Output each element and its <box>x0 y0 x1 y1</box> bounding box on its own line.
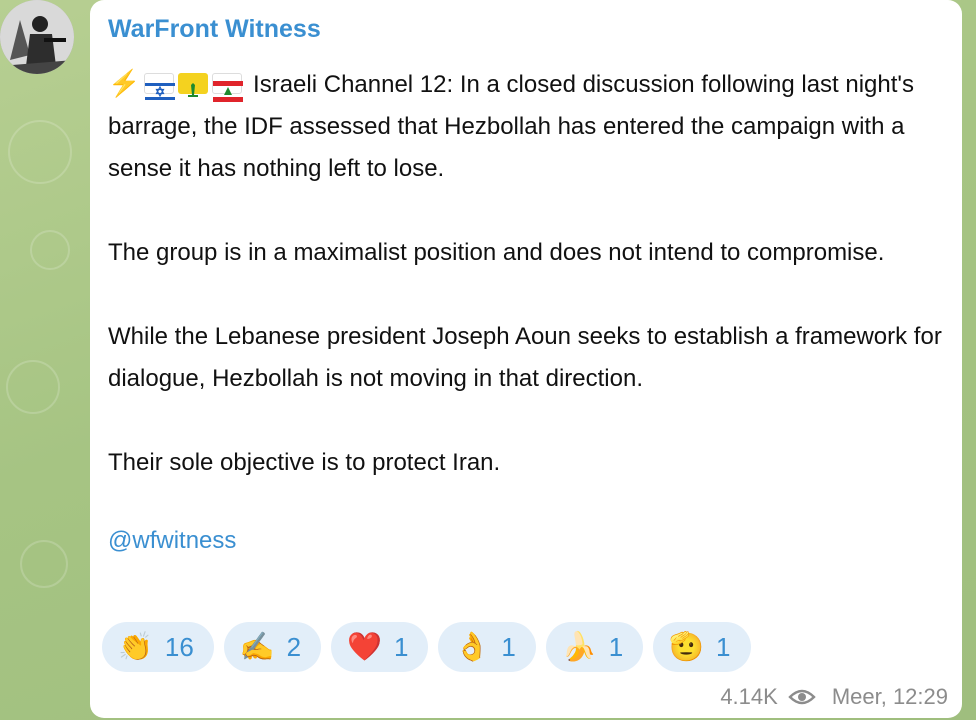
reaction-count: 1 <box>501 631 516 662</box>
lightning-icon: ⚡ <box>108 68 141 98</box>
reaction-clapping-hands[interactable]: 👏 16 <box>102 622 214 672</box>
heart-icon: ❤️ <box>347 631 383 662</box>
background-doodle <box>20 540 68 588</box>
background-doodle <box>6 360 60 414</box>
lebanon-flag-icon <box>212 73 244 103</box>
post-paragraph-2: The group is in a maximalist position an… <box>108 239 885 266</box>
israel-flag-icon <box>144 73 176 101</box>
eye-icon <box>788 687 816 707</box>
writing-hand-icon: ✍️ <box>239 631 275 662</box>
reaction-count: 16 <box>164 631 194 662</box>
message-text: ⚡ Israeli Channel 12: In a closed discus… <box>108 62 944 514</box>
reaction-red-heart[interactable]: ❤️ 1 <box>331 622 429 672</box>
clapping-hands-icon: 👏 <box>118 631 153 662</box>
banana-icon: 🍌 <box>561 631 597 662</box>
saluting-face-icon: 🫡 <box>669 631 705 662</box>
reaction-writing-hand[interactable]: ✍️ 2 <box>223 622 322 672</box>
hezbollah-flag-icon <box>178 73 209 98</box>
message-meta: 4.14K Meer, 12:29 <box>720 684 948 710</box>
message-bubble: WarFront Witness ⚡ Israeli Channel 12: I… <box>90 0 962 718</box>
view-count: 4.14K <box>720 684 778 709</box>
reaction-count: 1 <box>608 631 624 662</box>
reaction-count: 1 <box>394 631 409 662</box>
channel-avatar[interactable] <box>0 0 74 74</box>
reaction-count: 1 <box>716 631 731 662</box>
reaction-count: 2 <box>286 631 302 662</box>
reactions-bar: 👏 16 ✍️ 2 ❤️ 1 👌 1 🍌 1 🫡 1 <box>102 622 751 672</box>
channel-name[interactable]: WarFront Witness <box>108 14 944 44</box>
post-paragraph-4: Their sole objective is to protect Iran. <box>108 449 501 476</box>
background-doodle <box>8 120 72 184</box>
channel-mention-link[interactable]: @wfwitness <box>108 526 944 556</box>
ok-hand-icon: 👌 <box>454 631 490 662</box>
background-doodle <box>30 230 70 270</box>
reaction-banana[interactable]: 🍌 1 <box>545 622 644 672</box>
reaction-ok-hand[interactable]: 👌 1 <box>438 622 536 672</box>
reaction-saluting-face[interactable]: 🫡 1 <box>653 622 751 672</box>
author-and-time: Meer, 12:29 <box>831 684 948 709</box>
post-paragraph-3: While the Lebanese president Joseph Aoun… <box>108 323 942 392</box>
